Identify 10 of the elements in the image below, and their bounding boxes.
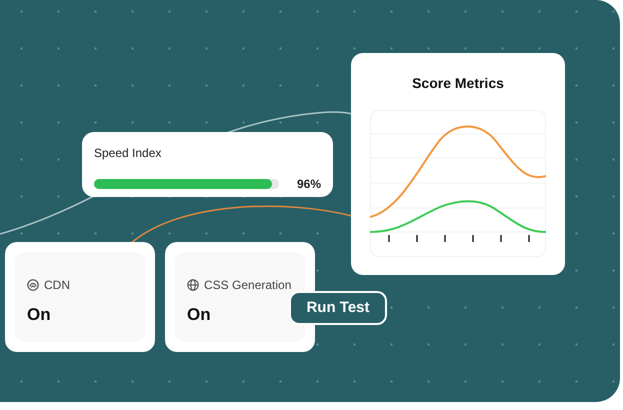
- card-title: Score Metrics: [412, 74, 504, 93]
- feature-status: On: [187, 304, 211, 326]
- card-title: Speed Index: [94, 145, 162, 162]
- feature-status: On: [27, 304, 51, 326]
- feature-label: CSS Generation: [204, 277, 292, 294]
- signal-icon: [27, 279, 39, 291]
- globe-icon: [187, 279, 199, 291]
- percent-reading: 96%: [296, 176, 321, 193]
- run-test-button[interactable]: Run Test: [289, 291, 387, 325]
- feature-label: CDN: [44, 277, 70, 294]
